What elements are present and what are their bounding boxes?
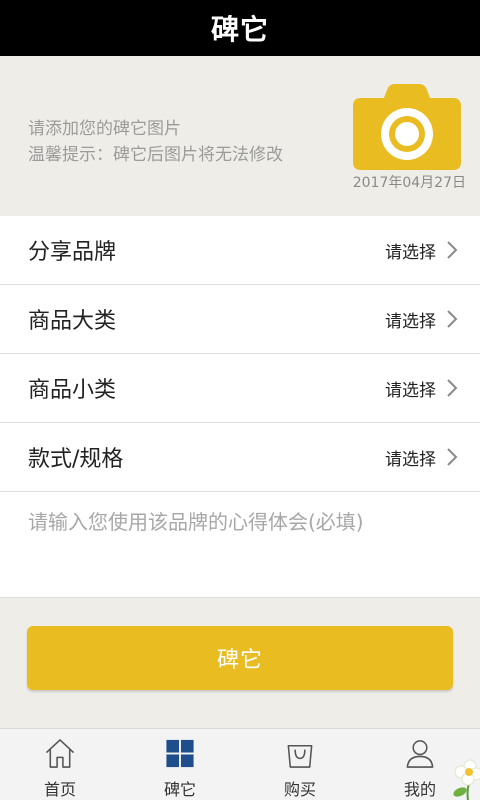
- tab-buy[interactable]: 购买: [240, 729, 360, 800]
- row-label: 分享品牌: [28, 240, 117, 265]
- row-value: 请选择: [385, 449, 436, 470]
- brand-selector-row[interactable]: 分享品牌 请选择: [0, 216, 480, 285]
- chevron-right-icon: [447, 448, 458, 466]
- row-value: 请选择: [385, 311, 436, 332]
- chevron-right-icon: [447, 241, 458, 259]
- spec-selector-row[interactable]: 款式/规格 请选择: [0, 423, 480, 492]
- chevron-right-icon: [447, 379, 458, 397]
- row-value: 请选择: [385, 380, 436, 401]
- chevron-right-icon: [447, 310, 458, 328]
- row-label: 商品小类: [28, 378, 117, 403]
- photo-hint: 请添加您的碑它图片 温馨提示：碑它后图片将无法修改: [28, 116, 283, 168]
- row-label: 商品大类: [28, 309, 117, 334]
- comment-box: [0, 492, 480, 598]
- tab-home[interactable]: 首页: [0, 729, 120, 800]
- row-label: 款式/规格: [28, 447, 124, 472]
- submit-button-label: 碑它: [216, 648, 263, 673]
- photo-upload-area: 请添加您的碑它图片 温馨提示：碑它后图片将无法修改 2017年04月27日: [0, 56, 480, 216]
- page-title: 碑它: [210, 13, 269, 46]
- form-list: 分享品牌 请选择 商品大类 请选择 商品小类 请选择 款式/规格 请选择: [0, 216, 480, 492]
- camera-icon[interactable]: [353, 84, 461, 170]
- subcategory-selector-row[interactable]: 商品小类 请选择: [0, 354, 480, 423]
- flower-decoration-icon: [453, 759, 480, 800]
- tab-beita[interactable]: 碑它: [120, 729, 240, 800]
- shopping-bag-icon: [287, 744, 313, 768]
- page-title-bar: 碑它: [0, 0, 480, 56]
- photo-date: 2017年04月27日: [352, 175, 466, 191]
- row-value: 请选择: [385, 242, 436, 263]
- bottom-tab-bar: 首页 碑它 购买 我的: [0, 728, 480, 800]
- photo-hint-line1: 请添加您的碑它图片: [28, 119, 181, 139]
- home-icon: [45, 739, 75, 768]
- comment-input[interactable]: [0, 492, 480, 597]
- grid-icon: [166, 739, 194, 768]
- category-selector-row[interactable]: 商品大类 请选择: [0, 285, 480, 354]
- photo-hint-line2: 温馨提示：碑它后图片将无法修改: [28, 145, 283, 165]
- submit-button[interactable]: 碑它: [27, 626, 453, 690]
- tab-label: 我的: [403, 780, 436, 799]
- tab-label: 首页: [43, 780, 76, 799]
- tab-label: 购买: [283, 780, 316, 799]
- user-icon: [406, 740, 434, 768]
- tab-label: 碑它: [163, 780, 196, 799]
